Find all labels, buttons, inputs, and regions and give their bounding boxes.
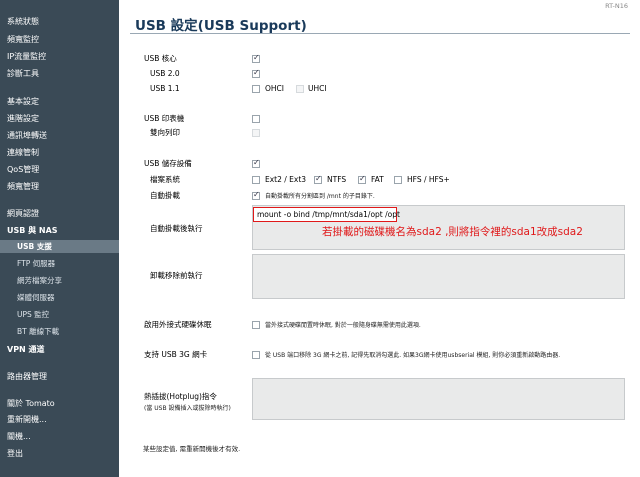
hdd-spindown-checkbox[interactable]	[252, 321, 260, 329]
sidebar-item-port-forwarding[interactable]: 通訊埠轉送	[0, 129, 119, 142]
usb-core-label: USB 核心	[144, 54, 177, 63]
usb20-checkbox[interactable]	[252, 68, 260, 78]
sidebar-item-usb-nas[interactable]: USB 與 NAS	[0, 224, 119, 237]
sidebar-item-ip-traffic[interactable]: IP流量監控	[0, 50, 119, 63]
ohci-label: OHCI	[265, 84, 284, 93]
uhci-label: UHCI	[308, 84, 327, 93]
sidebar-item-diagnostics[interactable]: 診斷工具	[0, 67, 119, 80]
bidirectional-label: 雙向列印	[150, 128, 180, 137]
annotation-note: 若掛載的磁碟機名為sda2 ,則將指令裡的sda1改成sda2	[322, 226, 583, 238]
fat-label: FAT	[371, 175, 384, 184]
sidebar-item-bt-download[interactable]: BT 離線下載	[0, 325, 119, 338]
storage-label: USB 儲存設備	[144, 159, 192, 168]
usb3g-checkbox[interactable]	[252, 351, 260, 359]
after-mount-label: 自動掛載後執行	[150, 224, 203, 233]
sidebar-item-file-sharing[interactable]: 網芳檔案分享	[0, 274, 119, 287]
sidebar-item-usb-support[interactable]: USB 支援	[0, 240, 119, 253]
sidebar-item-ups-monitor[interactable]: UPS 監控	[0, 308, 119, 321]
automount-hint: 自動掛載所有分割區到 /mnt 的子目錄下.	[265, 193, 375, 200]
usb-core-checkbox[interactable]	[252, 53, 260, 63]
hfs-checkbox[interactable]	[394, 176, 402, 184]
sidebar-item-media-server[interactable]: 媒體伺服器	[0, 291, 119, 304]
storage-checkbox[interactable]	[252, 158, 260, 168]
sidebar-item-logout[interactable]: 登出	[0, 447, 119, 460]
sidebar-nav: 系統狀態 頻寬監控 IP流量監控 診斷工具 基本設定 進階設定 通訊埠轉送 連線…	[0, 0, 119, 477]
page-title: USB 設定(USB Support)	[135, 18, 307, 34]
ntfs-checkbox[interactable]	[314, 174, 322, 184]
usb20-label: USB 2.0	[150, 69, 180, 78]
automount-checkbox[interactable]	[252, 190, 260, 200]
sidebar-item-bandwidth-limiter[interactable]: 頻寬管理	[0, 180, 119, 193]
hotplug-textarea[interactable]	[252, 378, 625, 420]
router-model: RT-N16	[605, 2, 628, 10]
sidebar-item-qos[interactable]: QoS管理	[0, 163, 119, 176]
sidebar-item-captive-portal[interactable]: 網頁認證	[0, 207, 119, 220]
sidebar-item-advanced-settings[interactable]: 進階設定	[0, 112, 119, 125]
usb11-label: USB 1.1	[150, 84, 180, 93]
sidebar-item-shutdown[interactable]: 關機...	[0, 430, 119, 443]
ext-checkbox[interactable]	[252, 176, 260, 184]
sidebar-item-ftp-server[interactable]: FTP 伺服器	[0, 257, 119, 270]
header-divider	[130, 33, 630, 34]
page-header: USB 設定(USB Support)	[124, 9, 634, 34]
footer-note: 某些設定值, 需重新開機後才有效.	[143, 445, 241, 453]
uhci-checkbox[interactable]	[296, 85, 304, 93]
hfs-label: HFS / HFS+	[407, 175, 450, 184]
ntfs-label: NTFS	[327, 175, 347, 184]
sidebar-item-vpn[interactable]: VPN 通道	[0, 343, 119, 356]
filesystem-label: 檔案系統	[150, 175, 180, 184]
printer-label: USB 印表機	[144, 114, 185, 123]
sidebar-item-status[interactable]: 系統狀態	[0, 15, 119, 28]
bidirectional-checkbox[interactable]	[252, 129, 260, 137]
printer-checkbox[interactable]	[252, 115, 260, 123]
ohci-checkbox[interactable]	[252, 85, 260, 93]
after-mount-command-highlight: mount -o bind /tmp/mnt/sda1/opt /opt	[253, 207, 400, 222]
before-unmount-textarea[interactable]	[252, 254, 625, 299]
fat-checkbox[interactable]	[358, 174, 366, 184]
sidebar-item-bandwidth-monitor[interactable]: 頻寬監控	[0, 33, 119, 46]
sidebar-item-reboot[interactable]: 重新開機...	[0, 413, 119, 426]
after-mount-command: mount -o bind /tmp/mnt/sda1/opt /opt	[257, 210, 400, 219]
ext-label: Ext2 / Ext3	[265, 175, 307, 184]
sidebar-item-access-restriction[interactable]: 連線管制	[0, 146, 119, 159]
sidebar-item-basic-settings[interactable]: 基本設定	[0, 95, 119, 108]
sidebar-item-administration[interactable]: 路由器管理	[0, 370, 119, 383]
automount-label: 自動掛載	[150, 191, 180, 200]
sidebar-item-about[interactable]: 關於 Tomato	[0, 397, 119, 410]
